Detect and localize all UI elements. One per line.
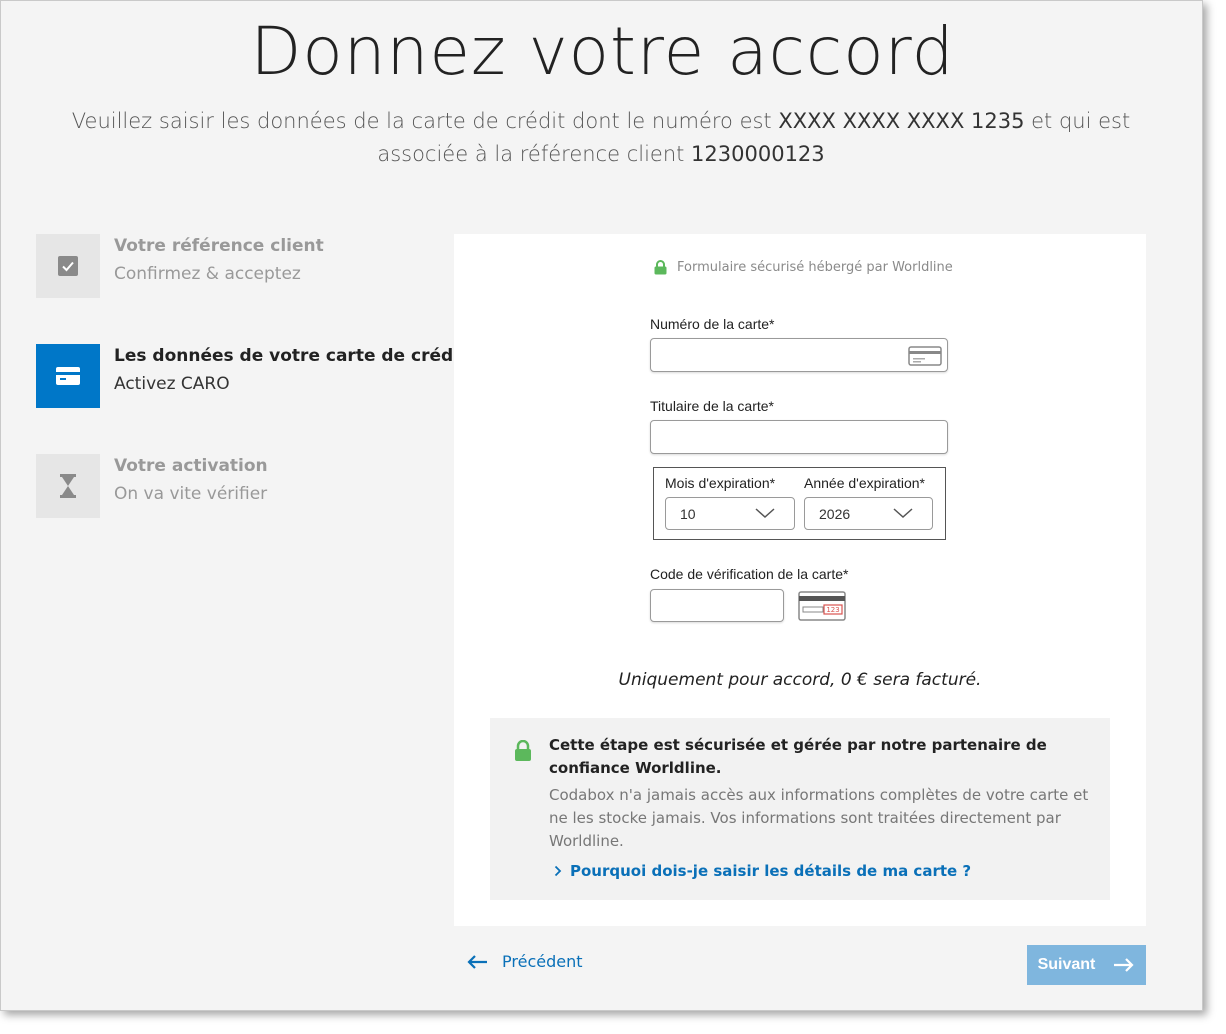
arrow-right-icon	[1114, 958, 1134, 972]
cvc-hint-icon: 123	[798, 591, 846, 621]
security-info-body: Codabox n'a jamais accès aux information…	[549, 786, 1089, 850]
masked-card-number: XXXX XXXX XXXX 1235	[778, 109, 1025, 133]
exp-month-label: Mois d'expiration*	[665, 475, 776, 491]
holder-label: Titulaire de la carte*	[650, 398, 774, 414]
step-3-subtitle: On va vite vérifier	[114, 484, 268, 504]
exp-year-select[interactable]: 2026	[804, 497, 933, 530]
card-form-panel: Formulaire sécurisé hébergé par Worldlin…	[454, 234, 1146, 926]
client-reference: 1230000123	[691, 142, 825, 166]
arrow-left-icon	[467, 954, 487, 969]
step-3-indicator	[36, 454, 100, 518]
expiry-group: Mois d'expiration* Année d'expiration* 1…	[653, 467, 946, 540]
step-1-title: Votre référence client	[114, 236, 324, 256]
exp-month-value: 10	[680, 505, 696, 522]
credit-card-icon	[56, 367, 80, 385]
page-title: Donnez votre accord	[250, 13, 955, 90]
why-card-details-link[interactable]: Pourquoi dois-je saisir les détails de m…	[554, 862, 971, 880]
step-2-title: Les données de votre carte de crédit	[114, 346, 468, 366]
card-number-input[interactable]	[650, 338, 948, 372]
step-card-details: Les données de votre carte de crédit Act…	[36, 344, 467, 408]
next-button[interactable]: Suivant	[1027, 945, 1146, 985]
card-brand-icon	[908, 346, 942, 366]
step-1-indicator	[36, 234, 100, 298]
cvc-input[interactable]	[650, 589, 784, 622]
secure-form-notice: Formulaire sécurisé hébergé par Worldlin…	[654, 260, 953, 275]
security-info-box: Cette étape est sécurisée et gérée par n…	[490, 718, 1110, 900]
security-info-heading: Cette étape est sécurisée et gérée par n…	[549, 736, 1047, 777]
cvc-label: Code de vérification de la carte*	[650, 566, 849, 582]
previous-label: Précédent	[502, 952, 583, 971]
authorization-note: Uniquement pour accord, 0 € sera facturé…	[618, 670, 982, 690]
page-subtitle: Veuillez saisir les données de la carte …	[31, 105, 1171, 171]
exp-year-label: Année d'expiration*	[804, 475, 925, 491]
card-number-label: Numéro de la carte*	[650, 316, 775, 332]
holder-input[interactable]	[650, 420, 948, 454]
step-3-title: Votre activation	[114, 456, 268, 476]
chevron-down-icon	[893, 508, 913, 519]
step-activation: Votre activation On va vite vérifier	[36, 454, 456, 518]
exp-year-value: 2026	[819, 505, 851, 522]
next-label: Suivant	[1037, 956, 1096, 973]
step-2-subtitle: Activez CARO	[114, 374, 230, 394]
step-2-indicator	[36, 344, 100, 408]
previous-button[interactable]: Précédent	[466, 952, 583, 971]
check-icon	[58, 256, 78, 276]
exp-month-select[interactable]: 10	[665, 497, 795, 530]
hourglass-icon	[60, 474, 76, 498]
lock-icon	[515, 740, 531, 761]
why-card-details-label: Pourquoi dois-je saisir les détails de m…	[570, 862, 972, 880]
lock-icon	[654, 260, 667, 275]
chevron-right-icon	[554, 865, 562, 877]
step-client-reference: Votre référence client Confirmez & accep…	[36, 234, 456, 298]
secure-form-text: Formulaire sécurisé hébergé par Worldlin…	[677, 260, 953, 275]
subtitle-part1: Veuillez saisir les données de la carte …	[71, 109, 779, 133]
cvc-hint-digits: 123	[826, 606, 839, 614]
step-1-subtitle: Confirmez & acceptez	[114, 264, 301, 284]
chevron-down-icon	[755, 508, 775, 519]
